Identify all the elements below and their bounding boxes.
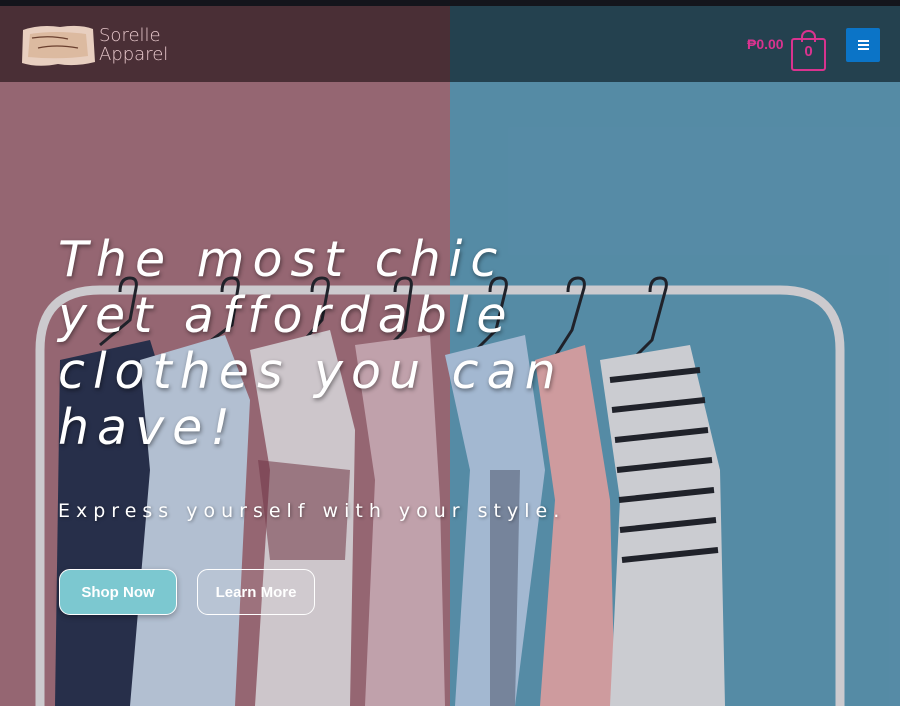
top-strip <box>0 0 900 6</box>
brand-name[interactable]: Sorelle Apparel <box>99 26 168 64</box>
hero-headline: The most chic yet affordable clothes you… <box>58 232 578 456</box>
hamburger-icon-line-2 <box>858 44 869 46</box>
cart-count: 0 <box>804 43 813 60</box>
headline-line-2: yet affordable <box>58 287 515 344</box>
header-right-panel <box>450 6 900 82</box>
headline-line-3: clothes you can <box>58 343 564 400</box>
learn-more-button[interactable]: Learn More <box>197 569 315 615</box>
hamburger-icon-line-1 <box>858 40 869 42</box>
brand-line-1: Sorelle <box>99 25 161 46</box>
menu-button[interactable] <box>846 28 880 62</box>
hero-subheadline: Express yourself with your style. <box>58 500 566 522</box>
site-header: Sorelle Apparel ₱0.00 0 <box>0 6 900 82</box>
cart-total[interactable]: ₱0.00 <box>747 36 784 52</box>
shop-now-button[interactable]: Shop Now <box>59 569 177 615</box>
brand-line-2: Apparel <box>99 44 169 65</box>
hamburger-icon-line-3 <box>858 48 869 50</box>
headline-line-4: have! <box>58 399 238 456</box>
page: Sorelle Apparel ₱0.00 0 The most chic ye… <box>0 0 900 706</box>
brand-logo[interactable] <box>20 22 96 68</box>
cart-icon[interactable]: 0 <box>791 30 826 71</box>
headline-line-1: The most chic <box>58 231 506 288</box>
